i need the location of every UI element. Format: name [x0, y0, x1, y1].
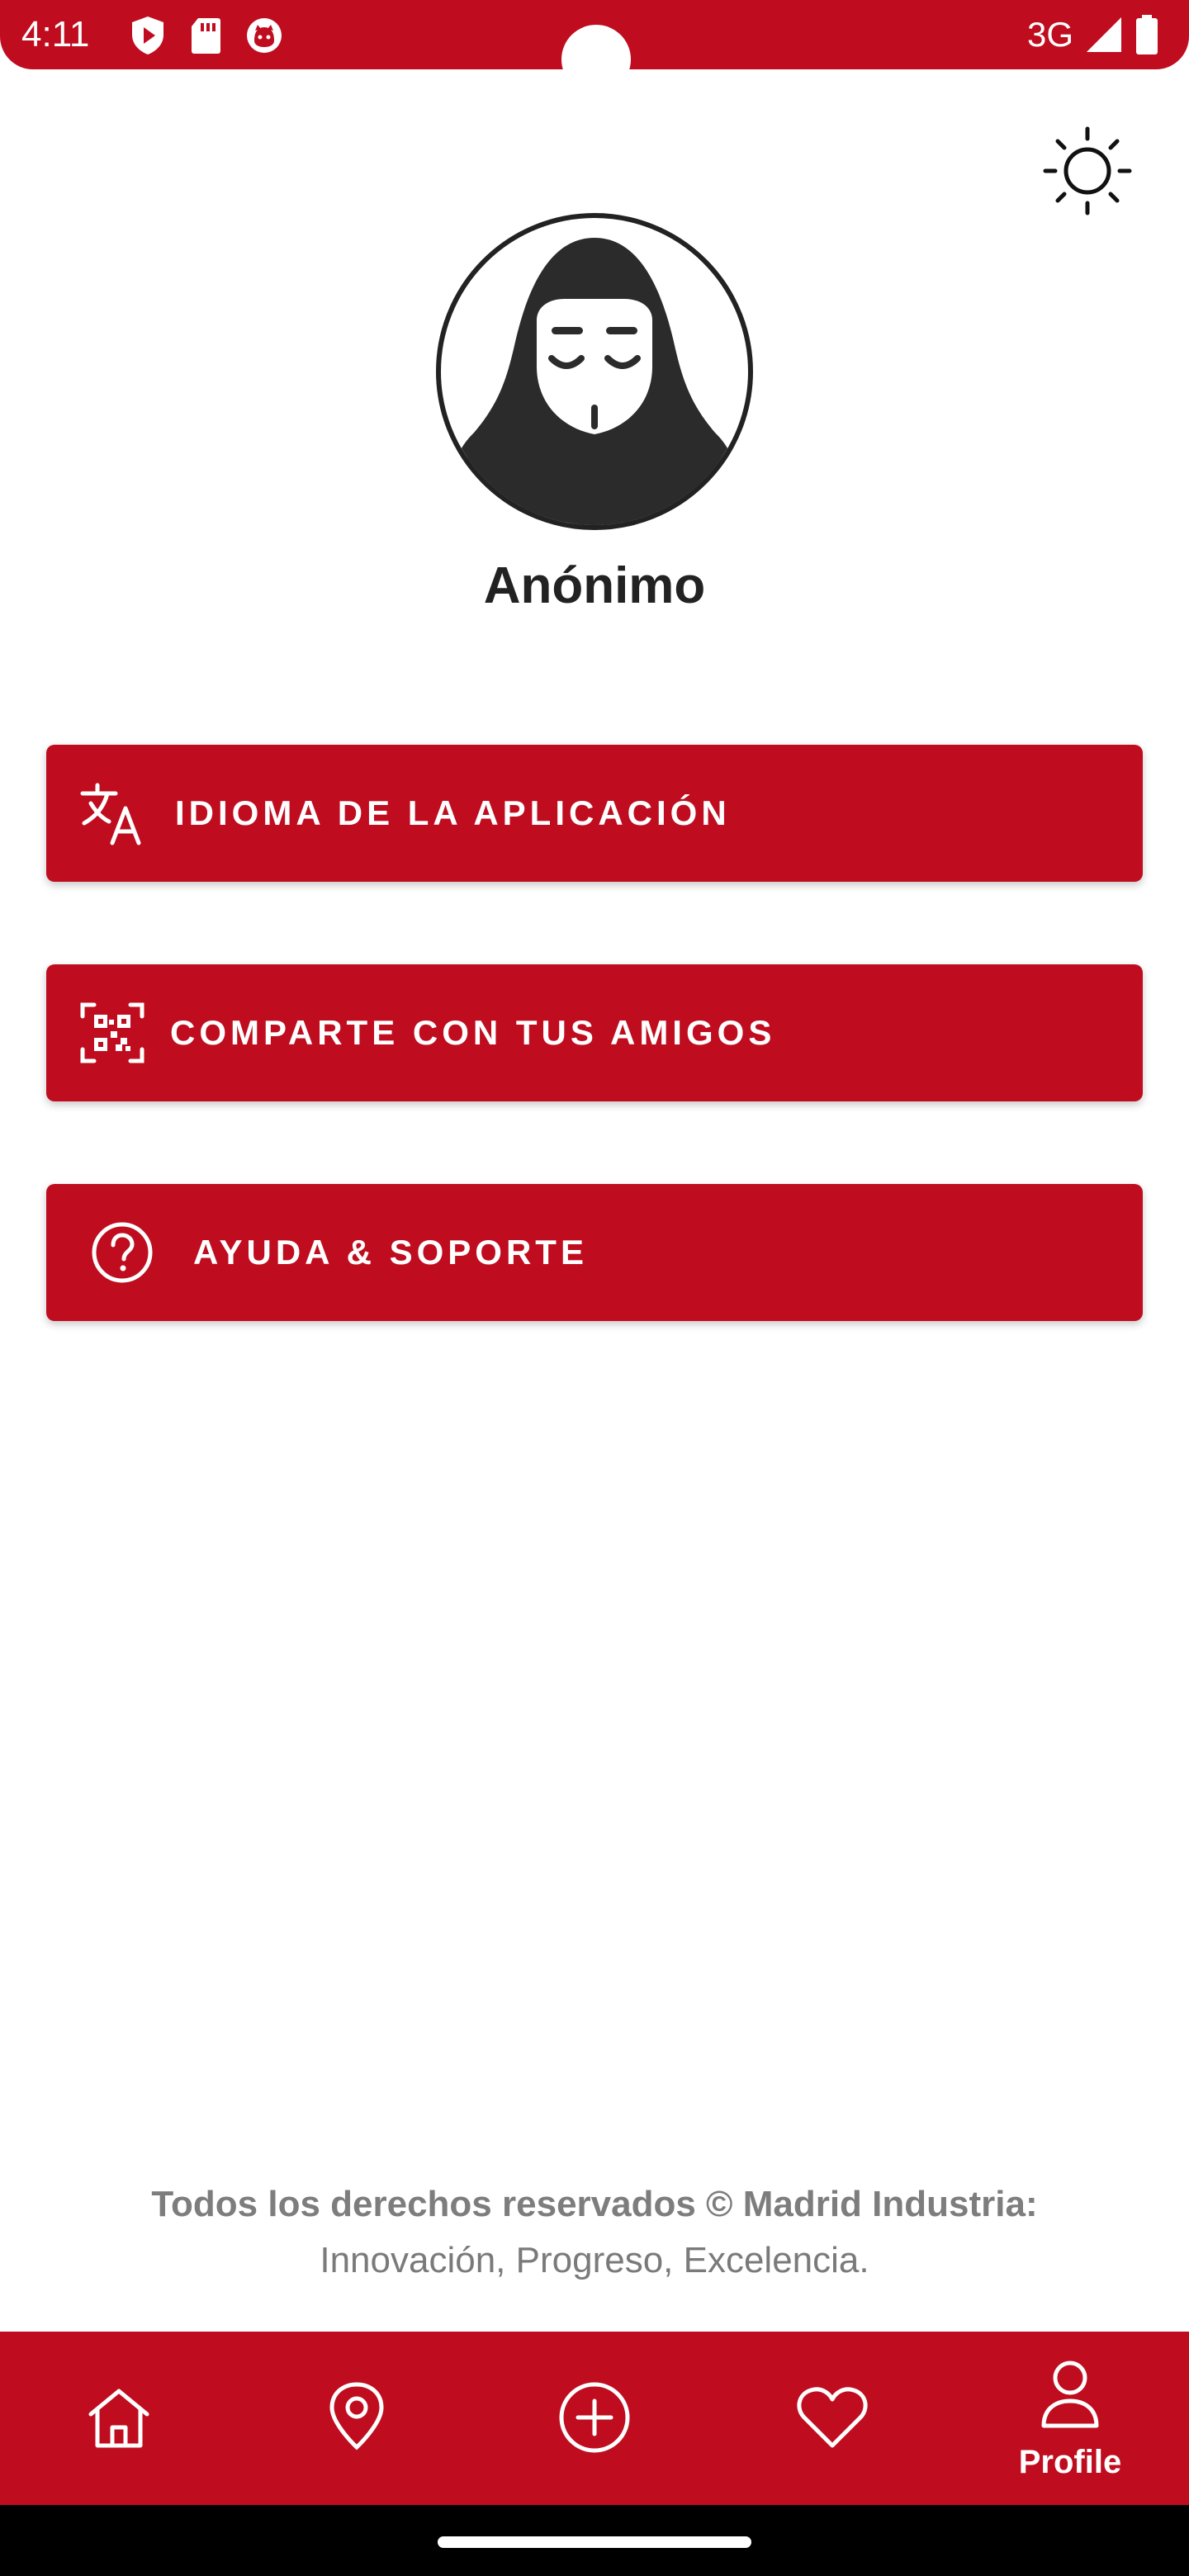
shield-play-icon [132, 17, 163, 54]
nav-favorites[interactable] [758, 2332, 907, 2505]
battery-icon [1136, 15, 1158, 54]
help-support-button[interactable]: AYUDA & SOPORTE [46, 1184, 1143, 1321]
slogan-line: Innovación, Progreso, Excelencia. [320, 2240, 869, 2280]
add-circle-icon [559, 2382, 630, 2453]
nav-home[interactable] [45, 2332, 193, 2505]
nav-location[interactable] [282, 2332, 431, 2505]
system-gesture-bar [0, 2505, 1189, 2576]
sd-card-icon [192, 18, 220, 54]
translate-icon [80, 783, 141, 845]
bottom-nav: Profile [0, 2332, 1189, 2505]
app-language-label: IDIOMA DE LA APLICACIÓN [175, 793, 731, 832]
help-circle-icon [92, 1222, 153, 1283]
nav-add[interactable] [520, 2332, 669, 2505]
avatar [436, 213, 753, 530]
status-notification-icons [129, 15, 284, 56]
heart-icon [797, 2387, 868, 2448]
nav-profile[interactable]: Profile [996, 2332, 1144, 2505]
signal-icon [1087, 17, 1121, 52]
help-support-label: AYUDA & SOPORTE [193, 1233, 588, 1271]
copyright-line: Todos los derechos reservados © Madrid I… [151, 2184, 1038, 2224]
share-with-friends-button[interactable]: COMPARTE CON TUS AMIGOS [46, 964, 1143, 1101]
profile-name: Anónimo [483, 557, 706, 614]
theme-toggle-button[interactable] [1042, 125, 1133, 216]
user-icon [1041, 2361, 1099, 2428]
nav-profile-label: Profile [1018, 2444, 1122, 2480]
status-system-icons: 3G [1027, 10, 1159, 59]
location-pin-icon [329, 2382, 384, 2451]
anonymous-hood-mask-icon [449, 238, 740, 525]
status-time: 4:11 [21, 14, 90, 54]
home-gesture-handle[interactable] [438, 2536, 751, 2548]
network-type: 3G [1026, 15, 1073, 54]
copyright-footer: Todos los derechos reservados © Madrid I… [0, 2176, 1189, 2289]
home-icon [88, 2389, 149, 2448]
qr-code-icon [80, 1002, 144, 1063]
sun-icon [1043, 126, 1132, 215]
app-language-button[interactable]: IDIOMA DE LA APLICACIÓN [46, 745, 1143, 882]
cat-face-icon [247, 18, 282, 53]
camera-cutout [561, 25, 631, 94]
share-with-friends-label: COMPARTE CON TUS AMIGOS [170, 1013, 776, 1052]
